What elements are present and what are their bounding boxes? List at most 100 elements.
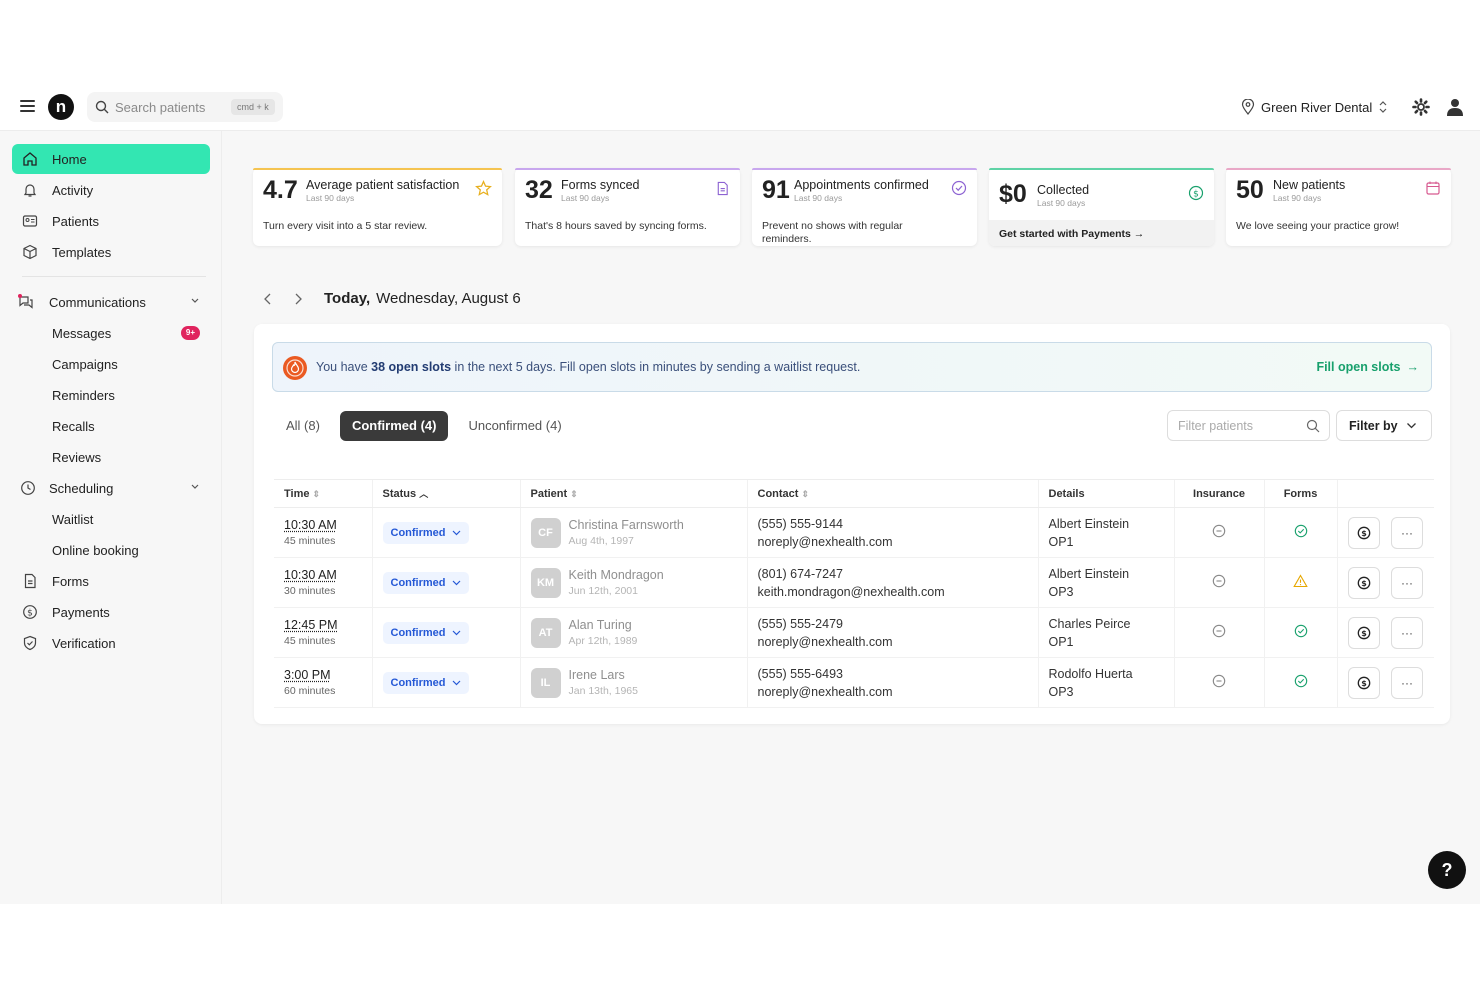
stat-value: 4.7 xyxy=(263,176,298,204)
stat-card-forms[interactable]: 32 Forms synced Last 90 days That's 8 ho… xyxy=(515,168,740,246)
payments-cta-link[interactable]: Get started with Payments → xyxy=(989,220,1214,246)
col-contact[interactable]: Contact ⇕ xyxy=(746,479,1038,508)
tab-all[interactable]: All (8) xyxy=(274,411,332,441)
insurance-pending-icon[interactable] xyxy=(1212,524,1226,538)
tab-confirmed[interactable]: Confirmed (4) xyxy=(339,411,449,441)
sidebar-item-scheduling[interactable]: Scheduling xyxy=(12,473,210,503)
status-dropdown[interactable]: Confirmed xyxy=(382,671,469,694)
sidebar-item-label: Waitlist xyxy=(52,512,94,527)
sidebar-item-messages[interactable]: Messages 9+ xyxy=(12,318,210,348)
forms-complete-icon[interactable] xyxy=(1294,624,1308,638)
svg-text:$: $ xyxy=(1361,529,1367,538)
fill-open-slots-button[interactable]: Fill open slots → xyxy=(1316,360,1419,374)
stat-card-collected[interactable]: $0 Collected Last 90 days $ Get started … xyxy=(989,168,1214,246)
forms-complete-icon[interactable] xyxy=(1294,524,1308,538)
provider-name: Albert Einstein xyxy=(1048,566,1130,581)
chevron-down-icon[interactable] xyxy=(190,483,200,491)
contact-email: noreply@nexhealth.com xyxy=(757,684,893,699)
insurance-pending-icon[interactable] xyxy=(1212,624,1226,638)
provider-name: Charles Peirce xyxy=(1048,616,1131,631)
gear-icon[interactable] xyxy=(1412,98,1430,116)
search-input[interactable]: Search patients cmd + k xyxy=(87,92,283,122)
sidebar: Home Activity Patients Templates Communi… xyxy=(0,131,222,904)
sidebar-item-campaigns[interactable]: Campaigns xyxy=(12,349,210,379)
patient-cell[interactable]: KM Keith Mondragon Jun 12th, 2001 xyxy=(530,567,747,598)
patient-cell[interactable]: IL Irene Lars Jan 13th, 1965 xyxy=(530,667,747,698)
more-actions-button[interactable]: ··· xyxy=(1390,616,1423,649)
collect-payment-button[interactable]: $ xyxy=(1347,616,1380,649)
sidebar-item-reminders[interactable]: Reminders xyxy=(12,380,210,410)
table-row[interactable]: 3:00 PM 60 minutes Confirmed IL Irene Lars… xyxy=(274,657,1434,708)
more-actions-button[interactable]: ··· xyxy=(1390,566,1423,599)
insurance-pending-icon[interactable] xyxy=(1212,674,1226,688)
chevron-left-icon[interactable] xyxy=(262,292,274,306)
status-dropdown[interactable]: Confirmed xyxy=(382,571,469,594)
table-row[interactable]: 10:30 AM 30 minutes Confirmed KM Keith Mon… xyxy=(274,557,1434,608)
sidebar-item-label: Messages xyxy=(52,326,112,341)
user-icon[interactable] xyxy=(1447,98,1463,116)
chevron-down-icon xyxy=(452,630,460,635)
status-dropdown[interactable]: Confirmed xyxy=(382,621,469,644)
patient-name: Alan Turing xyxy=(568,618,632,632)
appointment-time[interactable]: 12:45 PM xyxy=(284,618,372,632)
appointment-time[interactable]: 10:30 AM xyxy=(284,518,372,532)
col-patient[interactable]: Patient ⇕ xyxy=(519,479,747,508)
chevron-down-icon[interactable] xyxy=(190,297,200,305)
sidebar-item-payments[interactable]: $ Payments xyxy=(12,597,210,627)
insurance-pending-icon[interactable] xyxy=(1212,574,1226,588)
collect-payment-button[interactable]: $ xyxy=(1347,516,1380,549)
sidebar-item-forms[interactable]: Forms xyxy=(12,566,210,596)
sidebar-item-waitlist[interactable]: Waitlist xyxy=(12,504,210,534)
col-time[interactable]: Time ⇕ xyxy=(274,479,372,508)
sidebar-item-recalls[interactable]: Recalls xyxy=(12,411,210,441)
appointment-time[interactable]: 10:30 AM xyxy=(284,568,372,582)
table-row[interactable]: 10:30 AM 45 minutes Confirmed CF Christina… xyxy=(274,507,1434,558)
operatory: OP3 xyxy=(1048,584,1074,599)
col-label: Contact xyxy=(757,487,799,500)
chevron-right-icon[interactable] xyxy=(292,292,304,306)
filter-patients-input[interactable]: Filter patients xyxy=(1167,410,1330,441)
menu-icon[interactable] xyxy=(20,100,35,112)
appointment-time[interactable]: 3:00 PM xyxy=(284,668,372,682)
col-details: Details xyxy=(1037,479,1174,508)
help-button[interactable]: ? xyxy=(1428,851,1466,889)
patient-cell[interactable]: AT Alan Turing Apr 12th, 1989 xyxy=(530,617,747,648)
stat-card-satisfaction[interactable]: 4.7 Average patient satisfaction Last 90… xyxy=(253,168,502,246)
appointment-duration: 45 minutes xyxy=(284,635,336,647)
forms-complete-icon[interactable] xyxy=(1294,674,1308,688)
practice-name: Green River Dental xyxy=(1261,99,1373,115)
app-window: n Search patients cmd + k Green River De… xyxy=(0,83,1480,904)
patient-cell[interactable]: CF Christina Farnsworth Aug 4th, 1997 xyxy=(530,517,747,548)
sidebar-item-activity[interactable]: Activity xyxy=(12,175,210,205)
sidebar-item-home[interactable]: Home xyxy=(12,144,210,174)
sidebar-item-verification[interactable]: Verification xyxy=(12,628,210,658)
collect-payment-button[interactable]: $ xyxy=(1347,666,1380,699)
appointments-table: Time ⇕ Status ︿ Patient ⇕ Contact ⇕ Deta… xyxy=(274,479,1434,708)
more-actions-button[interactable]: ··· xyxy=(1390,666,1423,699)
stat-card-new-patients[interactable]: 50 New patients Last 90 days We love see… xyxy=(1226,168,1451,246)
col-status[interactable]: Status ︿ xyxy=(371,479,520,508)
practice-selector[interactable]: Green River Dental xyxy=(1241,97,1388,117)
card-accent-bar xyxy=(752,168,977,170)
stat-period: Last 90 days xyxy=(1037,198,1086,208)
more-actions-button[interactable]: ··· xyxy=(1390,516,1423,549)
sidebar-item-label: Reviews xyxy=(52,450,102,465)
sidebar-item-communications[interactable]: Communications xyxy=(12,287,210,317)
sidebar-item-templates[interactable]: Templates xyxy=(12,237,210,267)
sidebar-item-patients[interactable]: Patients xyxy=(12,206,210,236)
tab-unconfirmed[interactable]: Unconfirmed (4) xyxy=(456,411,573,441)
filter-by-button[interactable]: Filter by xyxy=(1336,410,1432,441)
sidebar-item-online-booking[interactable]: Online booking xyxy=(12,535,210,565)
collect-payment-button[interactable]: $ xyxy=(1347,566,1380,599)
top-bar: n Search patients cmd + k Green River De… xyxy=(0,83,1480,131)
sidebar-item-reviews[interactable]: Reviews xyxy=(12,442,210,472)
table-row[interactable]: 12:45 PM 45 minutes Confirmed AT Alan Turi… xyxy=(274,607,1434,658)
search-placeholder: Search patients xyxy=(115,100,206,115)
status-dropdown[interactable]: Confirmed xyxy=(382,521,469,544)
status-label: Confirmed xyxy=(390,526,446,539)
banner-message: You have 38 open slots in the next 5 day… xyxy=(316,360,860,374)
app-logo[interactable]: n xyxy=(48,94,74,120)
stat-card-appointments[interactable]: 91 Appointments confirmed Last 90 days P… xyxy=(752,168,977,246)
forms-warning-icon[interactable] xyxy=(1293,574,1308,588)
home-icon xyxy=(23,152,37,166)
